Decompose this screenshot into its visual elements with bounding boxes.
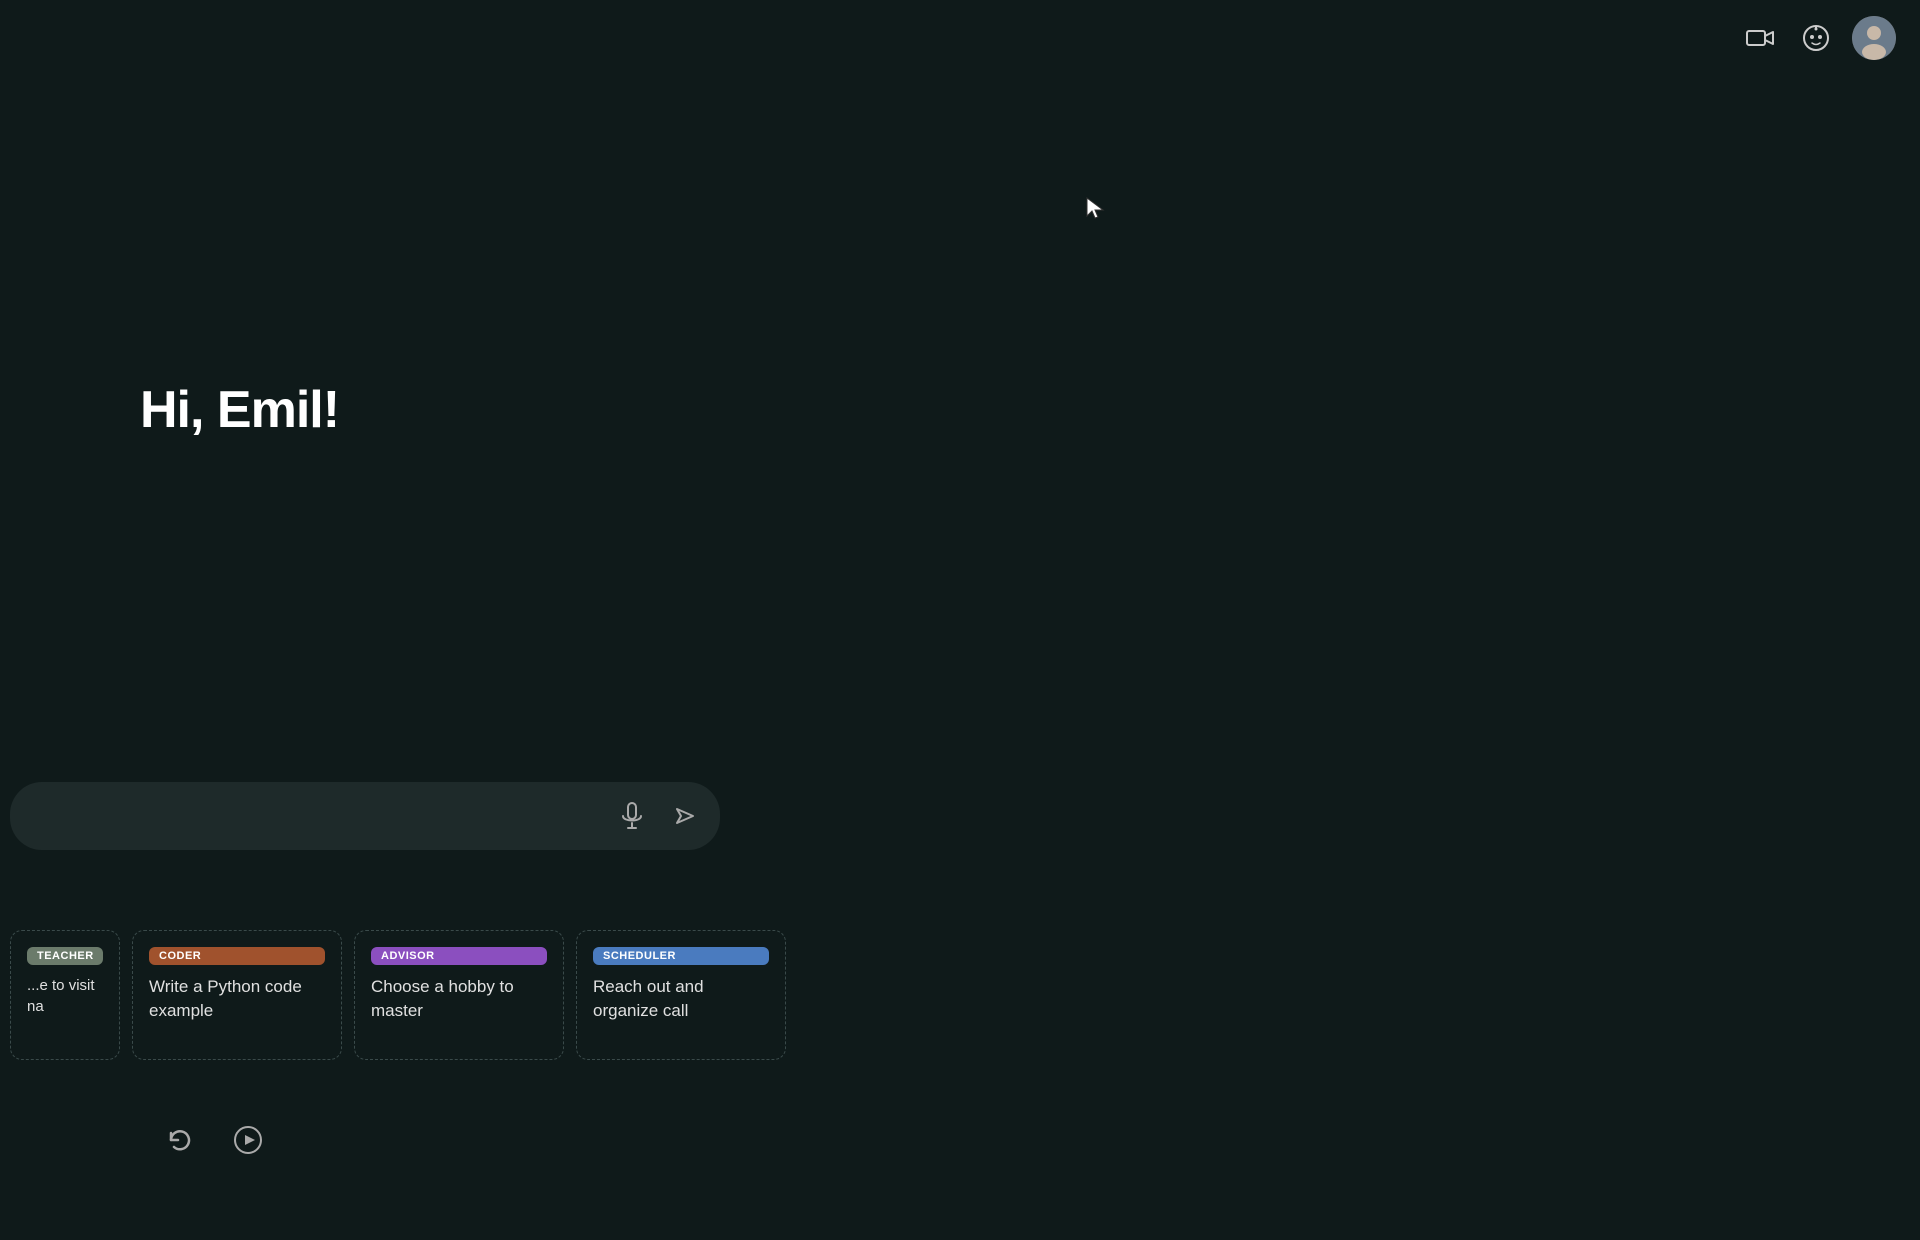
suggestion-cards: TEACHER ...e to visitna CODER Write a Py…: [0, 930, 786, 1060]
search-area: [0, 782, 730, 850]
badge-scheduler: SCHEDULER: [593, 947, 769, 965]
card-scheduler-text: Reach out and organize call: [593, 975, 769, 1023]
bottom-controls: [160, 1120, 268, 1160]
video-camera-icon[interactable]: [1740, 18, 1780, 58]
card-teacher-text: ...e to visitna: [27, 975, 103, 1017]
card-advisor[interactable]: ADVISOR Choose a hobby to master: [354, 930, 564, 1060]
user-avatar[interactable]: [1852, 16, 1896, 60]
reset-button[interactable]: [160, 1120, 200, 1160]
cursor: [1085, 196, 1105, 225]
send-button[interactable]: [664, 796, 704, 836]
card-coder[interactable]: CODER Write a Python code example: [132, 930, 342, 1060]
badge-coder: CODER: [149, 947, 325, 965]
mic-button[interactable]: [612, 796, 652, 836]
top-bar: [1716, 0, 1920, 76]
robot-icon[interactable]: [1796, 18, 1836, 58]
play-button[interactable]: [228, 1120, 268, 1160]
card-teacher[interactable]: TEACHER ...e to visitna: [10, 930, 120, 1060]
card-coder-text: Write a Python code example: [149, 975, 325, 1023]
search-input[interactable]: [26, 806, 600, 827]
card-scheduler[interactable]: SCHEDULER Reach out and organize call: [576, 930, 786, 1060]
search-bar: [10, 782, 720, 850]
greeting-text: Hi, Emil!: [140, 380, 339, 440]
badge-advisor: ADVISOR: [371, 947, 547, 965]
badge-teacher: TEACHER: [27, 947, 103, 965]
card-advisor-text: Choose a hobby to master: [371, 975, 547, 1023]
